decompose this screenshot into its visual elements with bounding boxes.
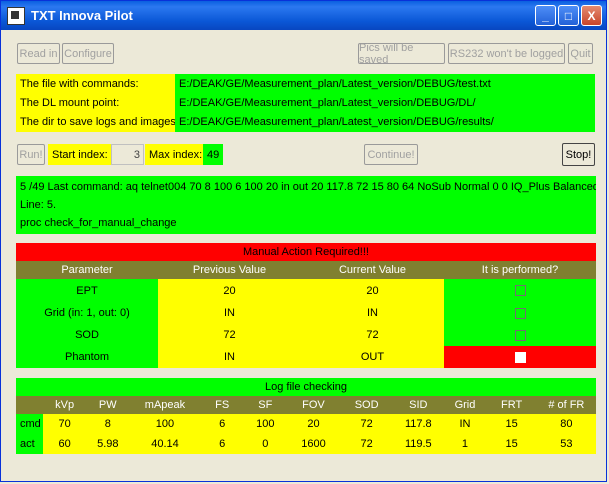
log-cell: 1600 xyxy=(286,434,341,454)
pics-saved-button[interactable]: Pics will be saved xyxy=(358,42,445,66)
row-grid-param: Grid (in: 1, out: 0) xyxy=(16,302,158,324)
log-header-cell: # of FR xyxy=(536,396,596,414)
max-index-input[interactable]: 49 xyxy=(203,144,223,165)
app-icon xyxy=(7,6,25,25)
log-header-cell: PW xyxy=(86,396,130,414)
status-last-command: 5 /49 Last command: aq telnet004 70 8 10… xyxy=(20,181,596,193)
log-header-cell: FRT xyxy=(486,396,537,414)
row-ept-param: EPT xyxy=(16,279,158,302)
log-row-label: act xyxy=(16,434,44,454)
log-header-cell: Grid xyxy=(443,396,487,414)
log-cell: 119.5 xyxy=(393,434,444,454)
rs232-button[interactable]: RS232 won't be logged xyxy=(448,43,565,64)
log-cell: 53 xyxy=(536,434,596,454)
log-header-cell: FOV xyxy=(286,396,341,414)
dl-mount-value: E:/DEAK/GE/Measurement_plan/Latest_versi… xyxy=(175,93,595,112)
log-header-cell: mApeak xyxy=(129,396,201,414)
log-cell: 60 xyxy=(43,434,87,454)
window-title: TXT Innova Pilot xyxy=(31,8,133,23)
log-cell: 15 xyxy=(486,414,537,434)
log-cell: 80 xyxy=(536,414,596,434)
log-header-cell: SID xyxy=(393,396,444,414)
row-ept-prev: 20 xyxy=(158,279,301,302)
log-cell: 5.98 xyxy=(86,434,130,454)
log-table: kVp PW mApeak FS SF FOV SOD SID Grid FRT # of FR cm… xyxy=(16,396,596,454)
log-cell: 8 xyxy=(86,414,130,434)
minimize-button[interactable]: _ xyxy=(535,5,556,26)
log-header-cell: SF xyxy=(243,396,287,414)
commands-file-value: E:/DEAK/GE/Measurement_plan/Latest_versi… xyxy=(175,74,595,93)
manual-action-banner: Manual Action Required!!! xyxy=(16,243,596,261)
log-cell: 40.14 xyxy=(129,434,201,454)
continue-button[interactable]: Continue! xyxy=(364,144,418,165)
row-phantom-performed xyxy=(444,346,596,368)
row-ept-performed xyxy=(444,279,596,302)
close-button[interactable]: X xyxy=(581,5,602,26)
param-header: Parameter xyxy=(16,261,158,279)
log-header-cell: SOD xyxy=(340,396,394,414)
curr-value-header: Current Value xyxy=(301,261,444,279)
save-dir-value: E:/DEAK/GE/Measurement_plan/Latest_versi… xyxy=(175,112,595,132)
ept-performed-checkbox[interactable] xyxy=(514,285,526,296)
log-cell: 20 xyxy=(286,414,341,434)
log-header-row: kVp PW mApeak FS SF FOV SOD SID Grid FRT # of FR xyxy=(16,396,596,414)
log-cell: 72 xyxy=(340,414,394,434)
run-button[interactable]: Run! xyxy=(17,144,45,165)
title-bar[interactable]: TXT Innova Pilot _ □ X xyxy=(1,1,606,30)
row-sod-prev: 72 xyxy=(158,324,301,346)
log-cell: IN xyxy=(443,414,487,434)
performed-header: It is performed? xyxy=(444,261,596,279)
phantom-performed-checkbox[interactable] xyxy=(514,351,526,363)
status-line-number: Line: 5. xyxy=(20,199,57,211)
row-grid-prev: IN xyxy=(158,302,301,324)
row-ept-curr: 20 xyxy=(301,279,444,302)
row-phantom-param: Phantom xyxy=(16,346,158,368)
status-panel: 5 /49 Last command: aq telnet004 70 8 10… xyxy=(16,176,596,234)
row-sod-param: SOD xyxy=(16,324,158,346)
row-grid-curr: IN xyxy=(301,302,444,324)
log-cell: 0 xyxy=(243,434,287,454)
sod-performed-checkbox[interactable] xyxy=(514,329,526,341)
commands-file-label: The file with commands: xyxy=(16,74,175,93)
row-grid-performed xyxy=(444,302,596,324)
log-header-cell: FS xyxy=(200,396,244,414)
log-cell: 100 xyxy=(243,414,287,434)
configure-button[interactable]: Configure xyxy=(62,43,114,64)
log-header-cell: kVp xyxy=(43,396,87,414)
log-row: cmd 70 8 100 6 100 20 72 117.8 IN 15 80 xyxy=(16,414,596,434)
log-cell: 6 xyxy=(200,414,244,434)
log-cell: 100 xyxy=(129,414,201,434)
row-phantom-curr: OUT xyxy=(301,346,444,368)
dl-mount-label: The DL mount point: xyxy=(16,93,175,112)
start-index-input[interactable]: 3 xyxy=(111,144,144,165)
row-sod-performed xyxy=(444,324,596,346)
log-header-cell xyxy=(16,396,44,414)
stop-button[interactable]: Stop! xyxy=(562,143,595,166)
main-window: TXT Innova Pilot _ □ X Read in Configure… xyxy=(0,0,607,482)
log-cell: 70 xyxy=(43,414,87,434)
max-index-label: Max index: xyxy=(145,144,203,165)
row-phantom-prev: IN xyxy=(158,346,301,368)
log-cell: 15 xyxy=(486,434,537,454)
start-index-label: Start index: xyxy=(48,144,111,165)
log-cell: 72 xyxy=(340,434,394,454)
read-in-button[interactable]: Read in xyxy=(17,43,60,64)
log-row: act 60 5.98 40.14 6 0 1600 72 119.5 1 15 53 xyxy=(16,434,596,454)
quit-button[interactable]: Quit xyxy=(568,43,593,64)
log-cell: 6 xyxy=(200,434,244,454)
maximize-button[interactable]: □ xyxy=(558,5,579,26)
save-dir-label: The dir to save logs and images: xyxy=(16,112,175,132)
log-check-banner: Log file checking xyxy=(16,378,596,396)
prev-value-header: Previous Value xyxy=(158,261,301,279)
log-cell: 1 xyxy=(443,434,487,454)
grid-performed-checkbox[interactable] xyxy=(514,307,526,319)
status-proc: proc check_for_manual_change xyxy=(20,217,177,229)
log-cell: 117.8 xyxy=(393,414,444,434)
row-sod-curr: 72 xyxy=(301,324,444,346)
log-row-label: cmd xyxy=(16,414,44,434)
